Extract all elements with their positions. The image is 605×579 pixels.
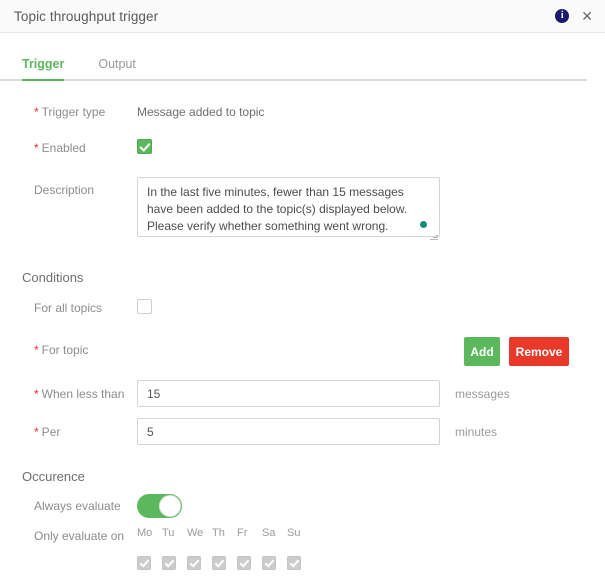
day-label-fr: Fr — [237, 527, 248, 539]
required-marker: * — [34, 141, 39, 155]
titlebar-actions: i ✕ — [555, 9, 594, 23]
when-less-than-input[interactable] — [137, 380, 440, 407]
day-header-row: Mo Tu We Th Fr Sa Su — [137, 527, 312, 539]
day-checkbox-sa[interactable] — [262, 556, 276, 570]
required-marker: * — [34, 425, 39, 439]
day-label-mo: Mo — [137, 527, 153, 539]
label-when-less-than: * When less than — [34, 387, 125, 401]
tab-trigger[interactable]: Trigger — [22, 51, 65, 81]
required-marker: * — [34, 387, 39, 401]
row-trigger-type: * Trigger type Message added to topic — [18, 103, 587, 125]
day-checkbox-su[interactable] — [287, 556, 301, 570]
status-dot — [420, 221, 427, 228]
label-for-topic: * For topic — [34, 343, 89, 357]
add-button[interactable]: Add — [464, 337, 500, 366]
description-wrapper — [137, 177, 440, 242]
label-description: Description — [34, 183, 95, 197]
dialog-body: * Trigger type Message added to topic * En… — [0, 81, 605, 579]
when-less-than-suffix: messages — [455, 387, 510, 401]
label-trigger-type: * Trigger type — [34, 105, 106, 119]
value-trigger-type: Message added to topic — [137, 105, 265, 119]
day-checkbox-row — [137, 556, 312, 575]
day-selector: Mo Tu We Th Fr Sa Su — [137, 527, 312, 575]
dialog-title: Topic throughput trigger — [14, 8, 159, 24]
toggle-knob — [159, 495, 181, 517]
label-for-all-topics: For all topics — [34, 301, 103, 315]
day-checkbox-sa-cell — [262, 556, 287, 575]
day-label-su: Su — [287, 527, 301, 539]
dialog-titlebar: Topic throughput trigger i ✕ — [0, 0, 605, 33]
day-label-sa: Sa — [262, 527, 276, 539]
day-checkbox-fr[interactable] — [237, 556, 251, 570]
row-when-less-than: *When less than messages — [18, 380, 587, 407]
row-for-topic: * For topic Add Remove — [18, 337, 587, 366]
day-checkbox-mo-cell — [137, 556, 162, 575]
per-input[interactable] — [137, 418, 440, 445]
day-checkbox-tu-cell — [162, 556, 187, 575]
always-evaluate-toggle[interactable] — [137, 494, 182, 518]
topic-button-group: Add Remove — [464, 337, 569, 366]
label-only-evaluate-on: Only evaluate on — [34, 529, 125, 543]
day-checkbox-fr-cell — [237, 556, 262, 575]
trigger-dialog: Topic throughput trigger i ✕ Trigger Out… — [0, 0, 605, 579]
row-only-evaluate-on: Only evaluate on Mo Tu We Th Fr Sa Su — [18, 527, 587, 575]
conditions-heading: Conditions — [22, 270, 84, 285]
info-circle-icon[interactable]: i — [555, 9, 570, 23]
row-always-evaluate: Always evaluate — [18, 494, 587, 518]
tab-bar: Trigger Output — [0, 51, 587, 81]
tab-output[interactable]: Output — [98, 51, 136, 79]
occurrence-heading: Occurence — [22, 469, 85, 484]
required-marker: * — [34, 343, 39, 357]
row-for-all-topics: For all topics — [18, 299, 587, 321]
day-label-tu: Tu — [162, 527, 175, 539]
day-label-we: We — [187, 527, 204, 539]
day-checkbox-su-cell — [287, 556, 312, 575]
for-all-topics-checkbox[interactable] — [137, 299, 152, 314]
required-marker: * — [34, 105, 39, 119]
enabled-checkbox[interactable] — [137, 139, 152, 154]
label-per: * Per — [34, 425, 61, 439]
day-label-th: Th — [212, 527, 225, 539]
day-checkbox-th-cell — [212, 556, 237, 575]
day-checkbox-we-cell — [187, 556, 212, 575]
label-always-evaluate: Always evaluate — [34, 499, 121, 513]
day-checkbox-we[interactable] — [187, 556, 201, 570]
per-suffix: minutes — [455, 425, 498, 439]
day-checkbox-th[interactable] — [212, 556, 226, 570]
close-icon[interactable]: ✕ — [580, 9, 594, 23]
row-per: *Per minutes — [18, 418, 587, 445]
day-checkbox-tu[interactable] — [162, 556, 176, 570]
label-enabled: * Enabled — [34, 141, 86, 155]
remove-button[interactable]: Remove — [509, 337, 569, 366]
day-checkbox-mo[interactable] — [137, 556, 151, 570]
row-enabled: * Enabled — [18, 139, 587, 161]
description-textarea[interactable] — [137, 177, 440, 237]
row-description: Description — [18, 177, 587, 242]
